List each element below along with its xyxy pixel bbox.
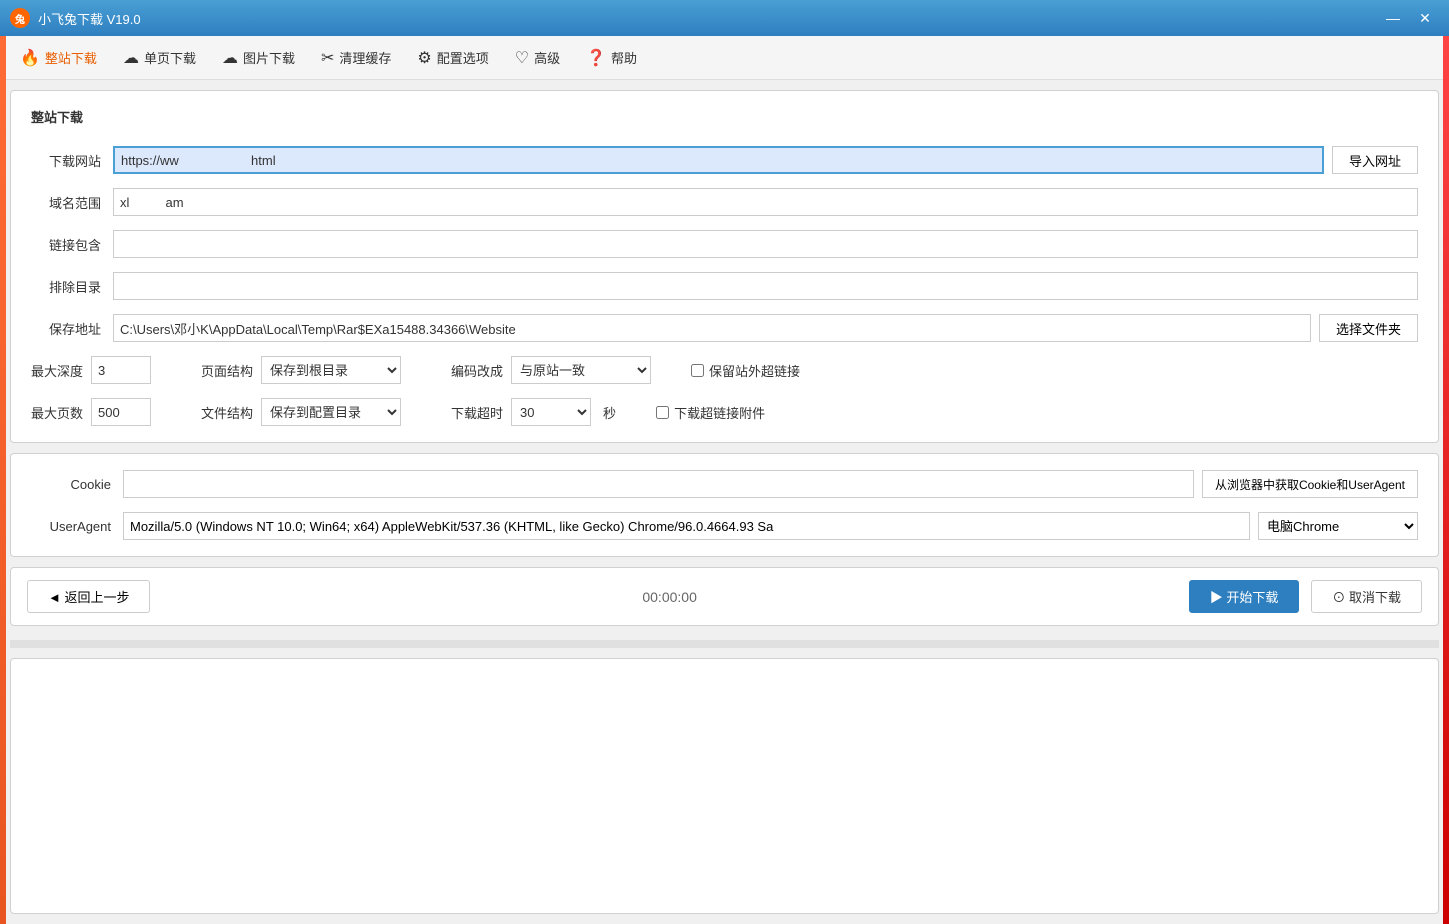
scissors-icon: ✂	[321, 48, 334, 68]
timeout-unit: 秒	[603, 403, 616, 422]
save-path-input[interactable]	[113, 314, 1311, 342]
fire-icon: 🔥	[20, 48, 40, 68]
ua-type-select[interactable]: 电脑Chrome 移动端Chrome Firefox Safari	[1258, 512, 1418, 540]
toolbar-label-advanced: 高级	[534, 48, 560, 67]
toolbar-btn-config[interactable]: ⚙ 配置选项	[405, 43, 500, 73]
keep-external-group: 保留站外超链接	[691, 361, 800, 380]
cookie-label: Cookie	[31, 477, 111, 492]
file-structure-select[interactable]: 保存到配置目录 保存到根目录	[261, 398, 401, 426]
domain-label: 域名范围	[31, 193, 101, 212]
cookie-panel: Cookie 从浏览器中获取Cookie和UserAgent UserAgent…	[10, 453, 1439, 557]
app-icon: 兔	[10, 8, 30, 28]
back-button[interactable]: ◄ 返回上一步	[27, 580, 150, 613]
ua-label: UserAgent	[31, 519, 111, 534]
cookie-input[interactable]	[123, 470, 1194, 498]
encoding-group: 编码改成 与原站一致 UTF-8 GBK	[451, 356, 651, 384]
toolbar-btn-help[interactable]: ❓ 帮助	[574, 43, 649, 73]
toolbar-label-whole-site: 整站下载	[45, 48, 97, 67]
encoding-select[interactable]: 与原站一致 UTF-8 GBK	[511, 356, 651, 384]
window-controls: — ✕	[1379, 6, 1439, 30]
toolbar-label-help: 帮助	[611, 48, 637, 67]
ua-row: UserAgent 电脑Chrome 移动端Chrome Firefox Saf…	[31, 512, 1418, 540]
log-area	[10, 658, 1439, 914]
max-depth-input[interactable]	[91, 356, 151, 384]
title-bar: 兔 小飞兔下载 V19.0 — ✕	[0, 0, 1449, 36]
toolbar-label-clear: 清理缓存	[339, 48, 391, 67]
link-include-row: 链接包含	[31, 230, 1418, 258]
start-download-button[interactable]: ▶ 开始下载	[1189, 580, 1300, 613]
toolbar-label-image: 图片下载	[243, 48, 295, 67]
encoding-label: 编码改成	[451, 361, 503, 380]
max-pages-input[interactable]	[91, 398, 151, 426]
max-depth-label: 最大深度	[31, 361, 83, 380]
toolbar-label-single-page: 单页下载	[144, 48, 196, 67]
timer-display: 00:00:00	[162, 589, 1176, 605]
timeout-select[interactable]: 30 60 120	[511, 398, 591, 426]
download-hyperlink-group: 下载超链接附件	[656, 403, 765, 422]
main-content: 整站下载 下载网站 导入网址 域名范围 链接包含 排除目录 保存地址 选择文件夹	[0, 80, 1449, 924]
select-folder-button[interactable]: 选择文件夹	[1319, 314, 1418, 342]
file-structure-label: 文件结构	[201, 403, 253, 422]
settings-row-1: 最大深度 页面结构 保存到根目录 保存到配置目录 编码改成 与原站一致 UTF-…	[31, 356, 1418, 384]
cloud-icon-single: ☁	[123, 48, 139, 68]
download-hyperlink-checkbox[interactable]	[656, 406, 669, 419]
link-include-input[interactable]	[113, 230, 1418, 258]
heart-icon: ♡	[515, 48, 529, 68]
timeout-label: 下载超时	[451, 403, 503, 422]
toolbar-btn-advanced[interactable]: ♡ 高级	[503, 43, 572, 73]
url-label: 下载网站	[31, 151, 101, 170]
close-button[interactable]: ✕	[1411, 6, 1439, 30]
import-url-button[interactable]: 导入网址	[1332, 146, 1418, 174]
right-accent	[1443, 36, 1449, 924]
toolbar-btn-clear[interactable]: ✂ 清理缓存	[309, 43, 403, 73]
toolbar: 🔥 整站下载 ☁ 单页下载 ☁ 图片下载 ✂ 清理缓存 ⚙ 配置选项 ♡ 高级 …	[0, 36, 1449, 80]
cloud-icon-image: ☁	[222, 48, 238, 68]
cancel-download-button[interactable]: ⊙ 取消下载	[1311, 580, 1422, 613]
app-title: 小飞兔下载 V19.0	[38, 9, 1379, 28]
max-pages-label: 最大页数	[31, 403, 83, 422]
timeout-group: 下载超时 30 60 120 秒	[451, 398, 616, 426]
toolbar-label-config: 配置选项	[437, 48, 489, 67]
toolbar-btn-single-page[interactable]: ☁ 单页下载	[111, 43, 208, 73]
panel-title: 整站下载	[31, 107, 1418, 130]
settings-row-2: 最大页数 文件结构 保存到配置目录 保存到根目录 下载超时 30 60 120 …	[31, 398, 1418, 426]
max-depth-group: 最大深度	[31, 356, 151, 384]
page-structure-select[interactable]: 保存到根目录 保存到配置目录	[261, 356, 401, 384]
ua-input[interactable]	[123, 512, 1250, 540]
page-structure-group: 页面结构 保存到根目录 保存到配置目录	[201, 356, 401, 384]
keep-external-checkbox[interactable]	[691, 364, 704, 377]
save-path-row: 保存地址 选择文件夹	[31, 314, 1418, 342]
left-accent	[0, 36, 6, 924]
question-icon: ❓	[586, 48, 606, 68]
url-row: 下载网站 导入网址	[31, 146, 1418, 174]
domain-input[interactable]	[113, 188, 1418, 216]
save-path-label: 保存地址	[31, 319, 101, 338]
url-input[interactable]	[113, 146, 1324, 174]
toolbar-btn-whole-site[interactable]: 🔥 整站下载	[8, 43, 109, 73]
exclude-dir-row: 排除目录	[31, 272, 1418, 300]
keep-external-label: 保留站外超链接	[709, 361, 800, 380]
bottom-bar: ◄ 返回上一步 00:00:00 ▶ 开始下载 ⊙ 取消下载	[10, 567, 1439, 626]
toolbar-btn-image[interactable]: ☁ 图片下载	[210, 43, 307, 73]
exclude-dir-input[interactable]	[113, 272, 1418, 300]
domain-row: 域名范围	[31, 188, 1418, 216]
main-settings-panel: 整站下载 下载网站 导入网址 域名范围 链接包含 排除目录 保存地址 选择文件夹	[10, 90, 1439, 443]
exclude-dir-label: 排除目录	[31, 277, 101, 296]
max-pages-group: 最大页数	[31, 398, 151, 426]
minimize-button[interactable]: —	[1379, 6, 1407, 30]
fetch-cookie-button[interactable]: 从浏览器中获取Cookie和UserAgent	[1202, 470, 1418, 498]
gear-icon: ⚙	[417, 48, 431, 68]
cookie-row: Cookie 从浏览器中获取Cookie和UserAgent	[31, 470, 1418, 498]
download-hyperlink-label: 下载超链接附件	[674, 403, 765, 422]
file-structure-group: 文件结构 保存到配置目录 保存到根目录	[201, 398, 401, 426]
progress-bar-container	[10, 640, 1439, 648]
page-structure-label: 页面结构	[201, 361, 253, 380]
link-include-label: 链接包含	[31, 235, 101, 254]
